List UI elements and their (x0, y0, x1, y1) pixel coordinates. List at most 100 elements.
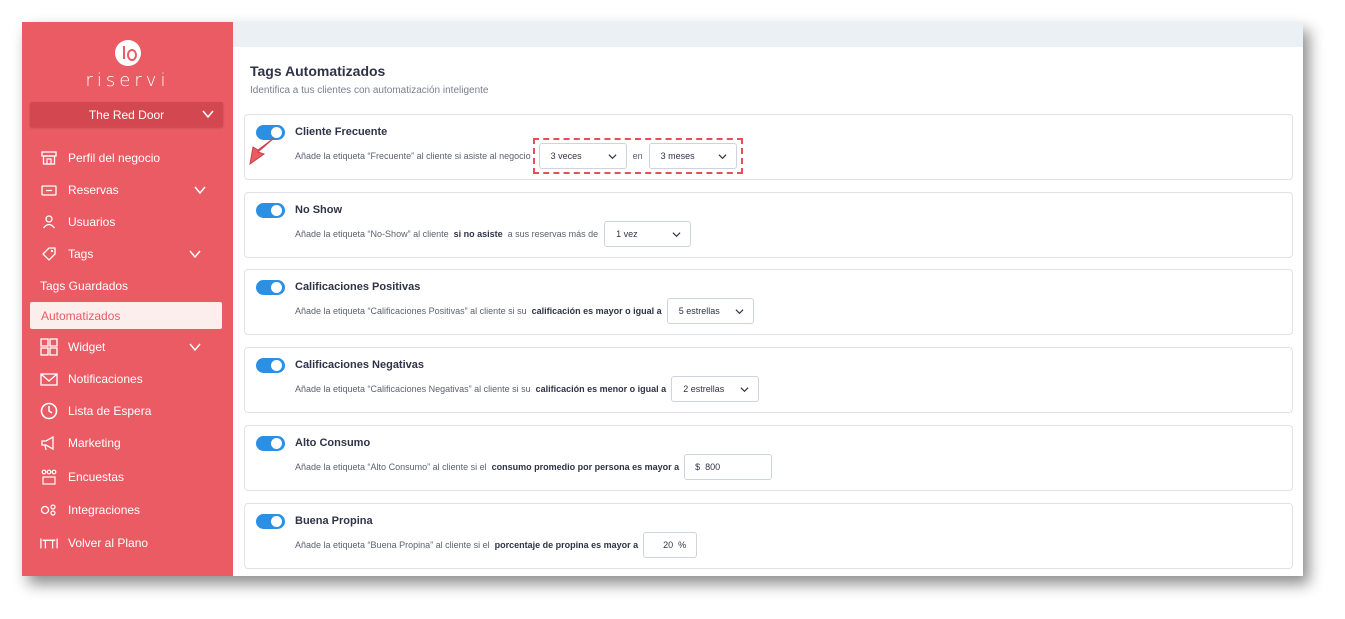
card-description: Añade la etiqueta “Alto Consumo” al clie… (295, 454, 773, 480)
storefront-icon (40, 149, 58, 167)
sidebar-item-label: Marketing (68, 436, 121, 450)
description-bold: calificación es menor o igual a (535, 384, 667, 394)
sidebar-item-label: Automatizados (41, 308, 121, 323)
sidebar-item-automatizados[interactable]: Automatizados (30, 302, 222, 329)
chevron-down-icon (672, 231, 681, 237)
toggle-switch[interactable] (256, 280, 285, 295)
sidebar-item-widget[interactable]: Widget (22, 331, 233, 363)
connector-text: en (632, 151, 643, 161)
sidebar-item-label: Volver al Plano (68, 536, 149, 550)
toggle-switch[interactable] (256, 436, 285, 451)
page-subtitle: Identifica a tus clientes con automatiza… (250, 85, 489, 96)
card-title: Calificaciones Negativas (295, 359, 425, 371)
toggle-switch[interactable] (256, 514, 285, 529)
toggle-switch[interactable] (256, 358, 285, 373)
no-show-select[interactable]: 1 vez (604, 221, 692, 247)
chevron-down-icon (194, 186, 206, 195)
main-content: Tags Automatizados Identifica a tus clie… (233, 22, 1303, 576)
sidebar-item-marketing[interactable]: Marketing (22, 427, 233, 459)
sidebar-item-usuarios[interactable]: Usuarios (22, 206, 233, 238)
toggle-switch[interactable] (256, 203, 285, 218)
sidebar-item-tags[interactable]: Tags (22, 238, 233, 270)
sidebar-item-notificaciones[interactable]: Notificaciones (22, 363, 233, 395)
tag-card-cliente-frecuente: Cliente Frecuente Añade la etiqueta “Fre… (244, 114, 1293, 180)
app-window: riservi The Red Door Perfil del negocio … (22, 22, 1303, 576)
tag-card-calificaciones-negativas: Calificaciones Negativas Añade la etique… (244, 347, 1293, 413)
widget-grid-icon (40, 338, 58, 356)
sidebar-item-label: Notificaciones (68, 372, 143, 386)
consumption-input[interactable]: $ 800 (684, 454, 773, 480)
description-bold: consumo promedio por persona es mayor a (491, 462, 680, 472)
card-description: Añade la etiqueta “No-Show” al cliente s… (295, 221, 692, 247)
card-title: Calificaciones Positivas (295, 281, 421, 293)
sidebar-item-label: Usuarios (68, 215, 116, 229)
card-title: Alto Consumo (295, 437, 371, 449)
sidebar: riservi The Red Door Perfil del negocio … (22, 22, 233, 576)
sidebar-item-reservas[interactable]: Reservas (22, 174, 233, 206)
visits-select[interactable]: 3 veces (538, 143, 627, 169)
logo: riservi (22, 40, 233, 91)
select-value: 3 meses (660, 151, 695, 161)
description-text: Añade la etiqueta “Calificaciones Negati… (295, 384, 531, 394)
venue-selector[interactable]: The Red Door (30, 102, 223, 127)
tip-percent-input[interactable]: 20 % (643, 532, 698, 558)
sidebar-item-label: Integraciones (68, 503, 141, 517)
chevron-down-icon (608, 153, 617, 159)
select-value: 2 estrellas (683, 384, 725, 394)
description-text: Añade la etiqueta “Calificaciones Positi… (295, 306, 527, 316)
sidebar-item-lista-de-espera[interactable]: Lista de Espera (22, 395, 233, 427)
period-select[interactable]: 3 meses (648, 143, 737, 169)
tag-card-alto-consumo: Alto Consumo Añade la etiqueta “Alto Con… (244, 425, 1293, 491)
tag-card-calificaciones-positivas: Calificaciones Positivas Añade la etique… (244, 269, 1293, 335)
description-text: Añade la etiqueta “Alto Consumo” al clie… (295, 462, 487, 472)
sidebar-item-volver-al-plano[interactable]: Volver al Plano (22, 526, 233, 560)
select-value: 5 estrellas (678, 306, 720, 316)
sidebar-item-label: Reservas (68, 183, 119, 197)
card-description: Añade la etiqueta “Buena Propina” al cli… (295, 532, 698, 558)
envelope-icon (40, 370, 58, 388)
clock-icon (40, 402, 58, 420)
chevron-down-icon (202, 110, 214, 119)
tag-card-no-show: No Show Añade la etiqueta “No-Show” al c… (244, 192, 1293, 258)
sidebar-item-label: Widget (68, 340, 106, 354)
description-bold: calificación es mayor o igual a (531, 306, 662, 316)
chevron-down-icon (740, 386, 749, 392)
description-text: Añade la etiqueta “No-Show” al cliente (295, 229, 449, 239)
survey-icon (40, 468, 58, 486)
rating-select[interactable]: 2 estrellas (671, 376, 760, 402)
sidebar-item-label: Tags (68, 247, 94, 261)
select-value: 1 vez (616, 229, 638, 239)
sidebar-item-label: Encuestas (68, 469, 125, 484)
card-description: Añade la etiqueta “Calificaciones Positi… (295, 298, 754, 324)
card-title: Cliente Frecuente (295, 126, 388, 138)
sidebar-item-encuestas[interactable]: Encuestas (22, 459, 233, 494)
description-bold: porcentaje de propina es mayor a (494, 540, 639, 550)
sidebar-nav: Perfil del negocio Reservas Usuarios Tag… (22, 142, 233, 560)
logo-text: riservi (85, 70, 170, 91)
user-icon (40, 213, 58, 231)
description-text: Añade la etiqueta “Buena Propina” al cli… (295, 540, 490, 550)
card-title: Buena Propina (295, 515, 373, 527)
integrations-icon (40, 501, 58, 519)
sidebar-item-label: Lista de Espera (68, 404, 152, 418)
description-text: Añade la etiqueta “Frecuente” al cliente… (295, 151, 531, 161)
sidebar-item-tags-guardados[interactable]: Tags Guardados (22, 270, 233, 302)
table-icon (40, 534, 58, 552)
sidebar-item-integraciones[interactable]: Integraciones (22, 494, 233, 526)
tag-icon (40, 245, 58, 263)
top-bar (233, 22, 1303, 47)
chevron-down-icon (718, 153, 727, 159)
rating-select[interactable]: 5 estrellas (666, 298, 754, 324)
sidebar-item-label: Perfil del negocio (68, 151, 161, 165)
page-title: Tags Automatizados (250, 63, 386, 79)
highlight-box: 3 veces en 3 meses (532, 138, 743, 174)
ticket-icon (40, 181, 58, 199)
card-description: Añade la etiqueta “Calificaciones Negati… (295, 376, 760, 402)
pointer-arrow-icon (249, 137, 275, 166)
card-title: No Show (295, 204, 343, 216)
venue-name: The Red Door (88, 107, 165, 122)
sidebar-item-perfil[interactable]: Perfil del negocio (22, 142, 233, 174)
description-text: a sus reservas más de (507, 229, 599, 239)
select-value: 3 veces (550, 151, 582, 161)
chevron-down-icon (735, 308, 744, 314)
